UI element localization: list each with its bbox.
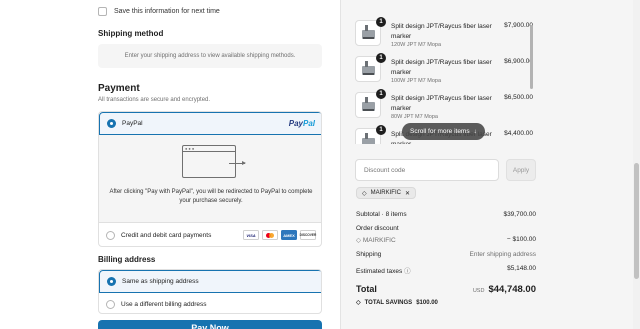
quantity-badge: 1	[376, 89, 386, 99]
applied-discount-code: MAIRKIFIC	[370, 190, 401, 196]
list-item: 1 Split design JPT/Raycus fiber laser ma…	[355, 53, 533, 85]
shipping-row: Shipping Enter shipping address	[356, 251, 536, 258]
billing-same-option[interactable]: Same as shipping address	[99, 270, 321, 293]
items-scrollbar-thumb[interactable]	[530, 25, 533, 89]
paypal-logo-part1: Pay	[288, 119, 303, 128]
tag-icon: ◇	[362, 190, 367, 197]
subtotal-row: Subtotal · 8 items $39,700.00	[356, 211, 536, 218]
billing-same-radio[interactable]	[107, 277, 116, 286]
applied-discount-chip: ◇ MAIRKIFIC ✕	[356, 187, 416, 199]
payment-subtitle: All transactions are secure and encrypte…	[98, 97, 211, 103]
mastercard-icon	[262, 230, 278, 240]
card-label: Credit and debit card payments	[121, 231, 212, 239]
subtotal-label: Subtotal · 8 items	[356, 211, 407, 218]
total-label: Total	[356, 284, 377, 294]
discount-code-row: ◇ MAIRKIFIC − $100.00	[356, 236, 536, 244]
card-option[interactable]: Credit and debit card payments VISA AMEX…	[99, 222, 321, 246]
product-name: Split design JPT/Raycus fiber laser mark…	[391, 23, 492, 40]
save-info-label: Save this information for next time	[114, 8, 220, 15]
apply-discount-button[interactable]: Apply	[506, 159, 536, 181]
amex-icon: AMEX	[281, 230, 297, 240]
billing-same-label: Same as shipping address	[122, 278, 199, 285]
card-radio[interactable]	[106, 230, 115, 240]
total-value: $44,748.00	[488, 284, 536, 295]
info-icon[interactable]: ⓘ	[404, 268, 411, 275]
product-name: Split design JPT/Raycus fiber laser mark…	[391, 95, 492, 112]
paypal-radio[interactable]	[107, 119, 116, 128]
shipping-value: Enter shipping address	[469, 251, 537, 258]
items-scrollbar[interactable]	[529, 17, 534, 145]
shipping-method-title: Shipping method	[98, 29, 164, 38]
list-item: 1 Split design JPT/Raycus fiber laser ma…	[355, 17, 533, 49]
quantity-badge: 1	[376, 125, 386, 135]
taxes-label: Estimated taxes	[356, 268, 403, 275]
product-variant: 80W JPT M7 Mopa	[391, 114, 438, 120]
save-info-row[interactable]: Save this information for next time	[98, 7, 220, 16]
window-icon: ●●●	[182, 145, 236, 178]
product-name: Split design JPT/Raycus fiber laser mark…	[391, 59, 492, 76]
paypal-option[interactable]: PayPal PayPal	[99, 112, 321, 135]
discover-icon: DISCOVER	[300, 230, 316, 240]
quantity-badge: 1	[376, 53, 386, 63]
paypal-logo: PayPal	[289, 119, 315, 128]
visa-icon: VISA	[243, 230, 259, 240]
paypal-redirect-text: After clicking "Pay with PayPal", you wi…	[109, 189, 313, 204]
taxes-row: Estimated taxes ⓘ $5,148.00	[356, 265, 536, 275]
save-info-checkbox[interactable]	[98, 7, 107, 16]
order-discount-label: Order discount	[356, 225, 399, 232]
shipping-label: Shipping	[356, 251, 382, 258]
billing-title: Billing address	[98, 255, 156, 264]
savings-label: TOTAL SAVINGS	[364, 299, 413, 306]
list-item: 1 Split design JPT/Raycus fiber laser ma…	[355, 89, 533, 121]
checkout-form: Save this information for next time Ship…	[0, 0, 340, 329]
savings-value: $100.00	[416, 299, 438, 306]
discount-code-input[interactable]	[355, 159, 499, 181]
card-brands: VISA AMEX DISCOVER	[243, 230, 316, 240]
arrow-down-icon: ↓	[473, 128, 477, 135]
product-variant: 100W JPT M7 Mopa	[391, 78, 442, 84]
paypal-logo-part2: Pal	[302, 119, 315, 128]
total-value-group: USD $44,748.00	[473, 284, 536, 295]
close-icon[interactable]: ✕	[405, 190, 410, 197]
billing-different-radio[interactable]	[106, 299, 115, 309]
quantity-badge: 1	[376, 17, 386, 27]
subtotal-value: $39,700.00	[503, 211, 536, 218]
billing-different-option[interactable]: Use a different billing address	[99, 293, 321, 313]
order-discount-row: Order discount	[356, 225, 536, 232]
paypal-redirect-panel: ●●● After clicking "Pay with PayPal", yo…	[99, 135, 321, 222]
payment-title: Payment	[98, 83, 140, 94]
page-scrollbar-thumb[interactable]	[634, 163, 639, 279]
scroll-more-button[interactable]: Scroll for more items ↓	[402, 123, 485, 140]
tag-icon: ◇	[356, 300, 361, 306]
product-variant: 120W JPT M7 Mopa	[391, 42, 442, 48]
arrow-right-icon	[229, 161, 246, 165]
billing-options: Same as shipping address Use a different…	[98, 269, 322, 314]
pay-now-button[interactable]: Pay Now	[98, 320, 322, 329]
scroll-hint-label: Scroll for more items	[410, 128, 470, 135]
total-currency: USD	[472, 288, 485, 294]
total-savings: ◇ TOTAL SAVINGS $100.00	[356, 299, 438, 307]
billing-different-label: Use a different billing address	[121, 300, 207, 308]
paypal-label: PayPal	[122, 120, 143, 127]
tag-icon: ◇	[356, 237, 361, 244]
payment-options: PayPal PayPal ●●● After clicking "Pay wi…	[98, 111, 322, 247]
discount-code-label: MAIRKIFIC	[362, 237, 396, 244]
taxes-value: $5,148.00	[507, 265, 536, 272]
shipping-method-placeholder: Enter your shipping address to view avai…	[98, 44, 322, 68]
discount-value: − $100.00	[506, 236, 536, 243]
page-scrollbar[interactable]	[633, 0, 640, 329]
